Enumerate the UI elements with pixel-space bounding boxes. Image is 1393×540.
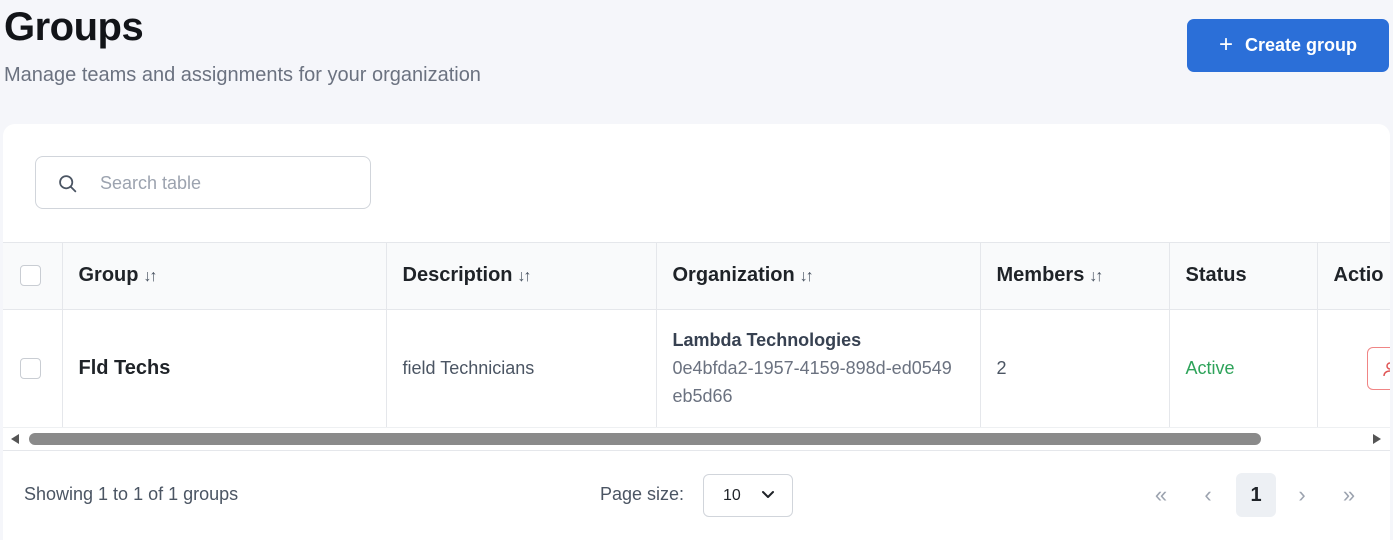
last-page-button[interactable]: »	[1329, 473, 1369, 517]
row-select-cell	[3, 309, 63, 427]
groups-card: Group ↓↑ Description ↓↑ Organization ↓↑ Mem…	[3, 124, 1390, 540]
next-page-button[interactable]: ›	[1282, 473, 1322, 517]
page-subtitle: Manage teams and assignments for your or…	[4, 64, 481, 86]
pagination: « ‹ 1 › »	[1141, 473, 1381, 517]
column-header-status: Status	[1169, 243, 1318, 309]
prev-page-button[interactable]: ‹	[1188, 473, 1228, 517]
page-size-label: Page size:	[600, 484, 685, 504]
cell-actions	[1317, 309, 1390, 427]
sort-icon[interactable]: ↓↑	[518, 268, 532, 285]
column-header-label: Group	[78, 264, 139, 287]
table-header-row: Group ↓↑ Description ↓↑ Organization ↓↑ Mem…	[3, 243, 1390, 309]
column-header-label: Actio	[1333, 264, 1384, 287]
status-badge: Active	[1185, 357, 1235, 378]
page-title: Groups	[4, 5, 144, 49]
cell-members: 2	[980, 309, 1170, 427]
scrollbar-thumb[interactable]	[29, 433, 1261, 445]
page-size-select[interactable]: 10	[703, 474, 793, 517]
user-icon	[1382, 362, 1390, 376]
row-checkbox[interactable]	[20, 357, 41, 379]
column-header-label: Description	[402, 264, 513, 287]
sort-icon[interactable]: ↓↑	[1089, 268, 1103, 285]
group-name[interactable]: Fld Techs	[79, 357, 171, 379]
sort-icon[interactable]: ↓↑	[800, 268, 814, 285]
organization-name: Lambda Technologies	[672, 330, 862, 351]
column-header-label: Members	[996, 264, 1085, 287]
column-header-members[interactable]: Members ↓↑	[980, 243, 1170, 309]
sort-icon[interactable]: ↓↑	[144, 268, 158, 285]
showing-text: Showing 1 to 1 of 1 groups	[24, 484, 239, 504]
group-description: field Technicians	[402, 357, 535, 378]
groups-table: Group ↓↑ Description ↓↑ Organization ↓↑ Mem…	[3, 243, 1390, 427]
page-size-value: 10	[723, 487, 741, 504]
chevron-down-icon	[762, 491, 774, 498]
organization-id: 0e4bfda2-1957-4159-898d-ed0549eb5d66	[672, 358, 952, 407]
header-select-cell	[3, 243, 63, 309]
first-page-button[interactable]: «	[1141, 473, 1181, 517]
table-row[interactable]: Fld Techs field Technicians Lambda Techn…	[3, 309, 1390, 427]
scroll-left-arrow-icon[interactable]	[11, 434, 19, 444]
create-group-button[interactable]: + Create group	[1187, 19, 1389, 72]
search-box[interactable]	[35, 156, 371, 209]
select-all-checkbox[interactable]	[20, 265, 41, 287]
page-1-button[interactable]: 1	[1236, 473, 1276, 517]
search-icon	[59, 175, 77, 193]
column-header-group[interactable]: Group ↓↑	[62, 243, 387, 309]
manage-members-button[interactable]	[1366, 346, 1390, 390]
members-count: 2	[996, 357, 1007, 378]
cell-organization: Lambda Technologies 0e4bfda2-1957-4159-8…	[656, 309, 981, 427]
column-header-description[interactable]: Description ↓↑	[386, 243, 657, 309]
create-group-label: Create group	[1244, 35, 1358, 55]
plus-icon: +	[1218, 30, 1233, 58]
cell-status: Active	[1169, 309, 1318, 427]
search-input[interactable]	[100, 171, 350, 195]
column-header-label: Organization	[672, 264, 795, 287]
cell-description: field Technicians	[386, 309, 657, 427]
column-header-organization[interactable]: Organization ↓↑	[656, 243, 981, 309]
groups-table-container[interactable]: Group ↓↑ Description ↓↑ Organization ↓↑ Mem…	[3, 242, 1390, 427]
column-header-actions: Actio	[1317, 243, 1390, 309]
cell-group: Fld Techs	[62, 309, 387, 427]
column-header-label: Status	[1185, 264, 1247, 287]
horizontal-scrollbar[interactable]	[3, 427, 1390, 451]
scroll-right-arrow-icon[interactable]	[1373, 434, 1381, 444]
